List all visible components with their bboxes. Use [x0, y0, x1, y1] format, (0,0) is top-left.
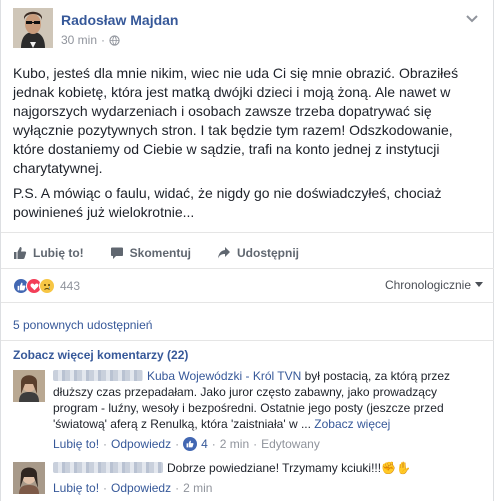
comment-button[interactable]: Skomentuj: [110, 246, 191, 260]
reaction-count: 443: [60, 279, 81, 293]
post-text: Kubo, jesteś dla mnie nikim, wiec nie ud…: [13, 64, 483, 228]
divider: [1, 302, 494, 303]
share-label: Udostępnij: [237, 246, 299, 260]
comment-body: Kuba Wojewódzki - Król TVN był postacią,…: [53, 368, 483, 452]
share-icon: [218, 247, 230, 259]
thumbs-up-icon: [14, 247, 27, 259]
comment-reply-link[interactable]: Odpowiedz: [111, 480, 171, 496]
comment-like-icon: [183, 437, 198, 451]
see-more-link[interactable]: Zobacz więcej: [314, 417, 390, 431]
comment-text-block: Kuba Wojewódzki - Król TVN był postacią,…: [53, 368, 483, 432]
comment-reply-link[interactable]: Odpowiedz: [111, 436, 171, 452]
fist-hand-emoji: ✊✋: [381, 461, 411, 475]
comment-text-block: Dobrze powiedziane! Trzymamy kciuki!!!✊✋: [53, 460, 483, 476]
share-button[interactable]: Udostępnij: [217, 246, 299, 260]
post-paragraph: Kubo, jesteś dla mnie nikim, wiec nie ud…: [13, 65, 459, 176]
caret-down-icon: [475, 282, 483, 287]
divider: [1, 340, 494, 341]
view-more-comments-link[interactable]: Zobacz więcej komentarzy (22): [13, 348, 188, 362]
divider: [1, 268, 494, 269]
edited-label[interactable]: Edytowany: [261, 436, 320, 452]
comment-text: Dobrze powiedziane! Trzymamy kciuki!!!: [167, 461, 382, 475]
post-header: Radosław Majdan 30 min ·: [13, 8, 483, 52]
globe-icon: [109, 34, 120, 46]
comment-like-count[interactable]: 4: [201, 436, 208, 452]
sort-label: Chronologicznie: [384, 278, 471, 292]
post-actions: Lubię to! Skomentuj Udostępnij: [13, 238, 483, 268]
comment-time[interactable]: 2 min: [220, 436, 249, 452]
commenter-avatar[interactable]: [13, 462, 45, 494]
divider: [1, 232, 494, 233]
comment-label: Skomentuj: [129, 246, 191, 260]
sad-reaction-icon: [39, 278, 55, 294]
comment-footer: Lubię to! · Odpowiedz · 2 min: [53, 480, 213, 496]
comment-time[interactable]: 2 min: [183, 480, 212, 496]
comment-footer: Lubię to! · Odpowiedz · 4 · 2 min · Edyt…: [53, 436, 320, 452]
comment-icon: [110, 247, 123, 259]
comment-like-link[interactable]: Lubię to!: [53, 436, 99, 452]
commenter-name-blurred[interactable]: [53, 462, 163, 473]
comment-body: Dobrze powiedziane! Trzymamy kciuki!!!✊✋…: [53, 460, 483, 496]
shares-link[interactable]: 5 ponownych udostępnień: [13, 318, 152, 332]
post-time[interactable]: 30 min: [61, 33, 97, 47]
reactions-summary[interactable]: 443 Chronologicznie: [13, 276, 483, 296]
commenter-name-blurred[interactable]: [53, 370, 143, 381]
chevron-down-icon[interactable]: [465, 14, 479, 24]
post-meta: 30 min ·: [61, 33, 120, 47]
post-paragraph: P.S. A mówiąc o faulu, widać, że nigdy g…: [13, 185, 442, 220]
like-label: Lubię to!: [33, 246, 84, 260]
like-button[interactable]: Lubię to!: [13, 246, 84, 260]
author-name[interactable]: Radosław Majdan: [61, 12, 178, 28]
comment-sort-dropdown[interactable]: Chronologicznie: [385, 278, 483, 292]
mention-link[interactable]: Kuba Wojewódzki - Król TVN: [147, 369, 301, 383]
author-avatar[interactable]: [13, 8, 53, 48]
post-card: Radosław Majdan 30 min · Kubo, jesteś dl…: [0, 0, 494, 501]
comment-like-link[interactable]: Lubię to!: [53, 480, 99, 496]
commenter-avatar[interactable]: [13, 370, 45, 402]
